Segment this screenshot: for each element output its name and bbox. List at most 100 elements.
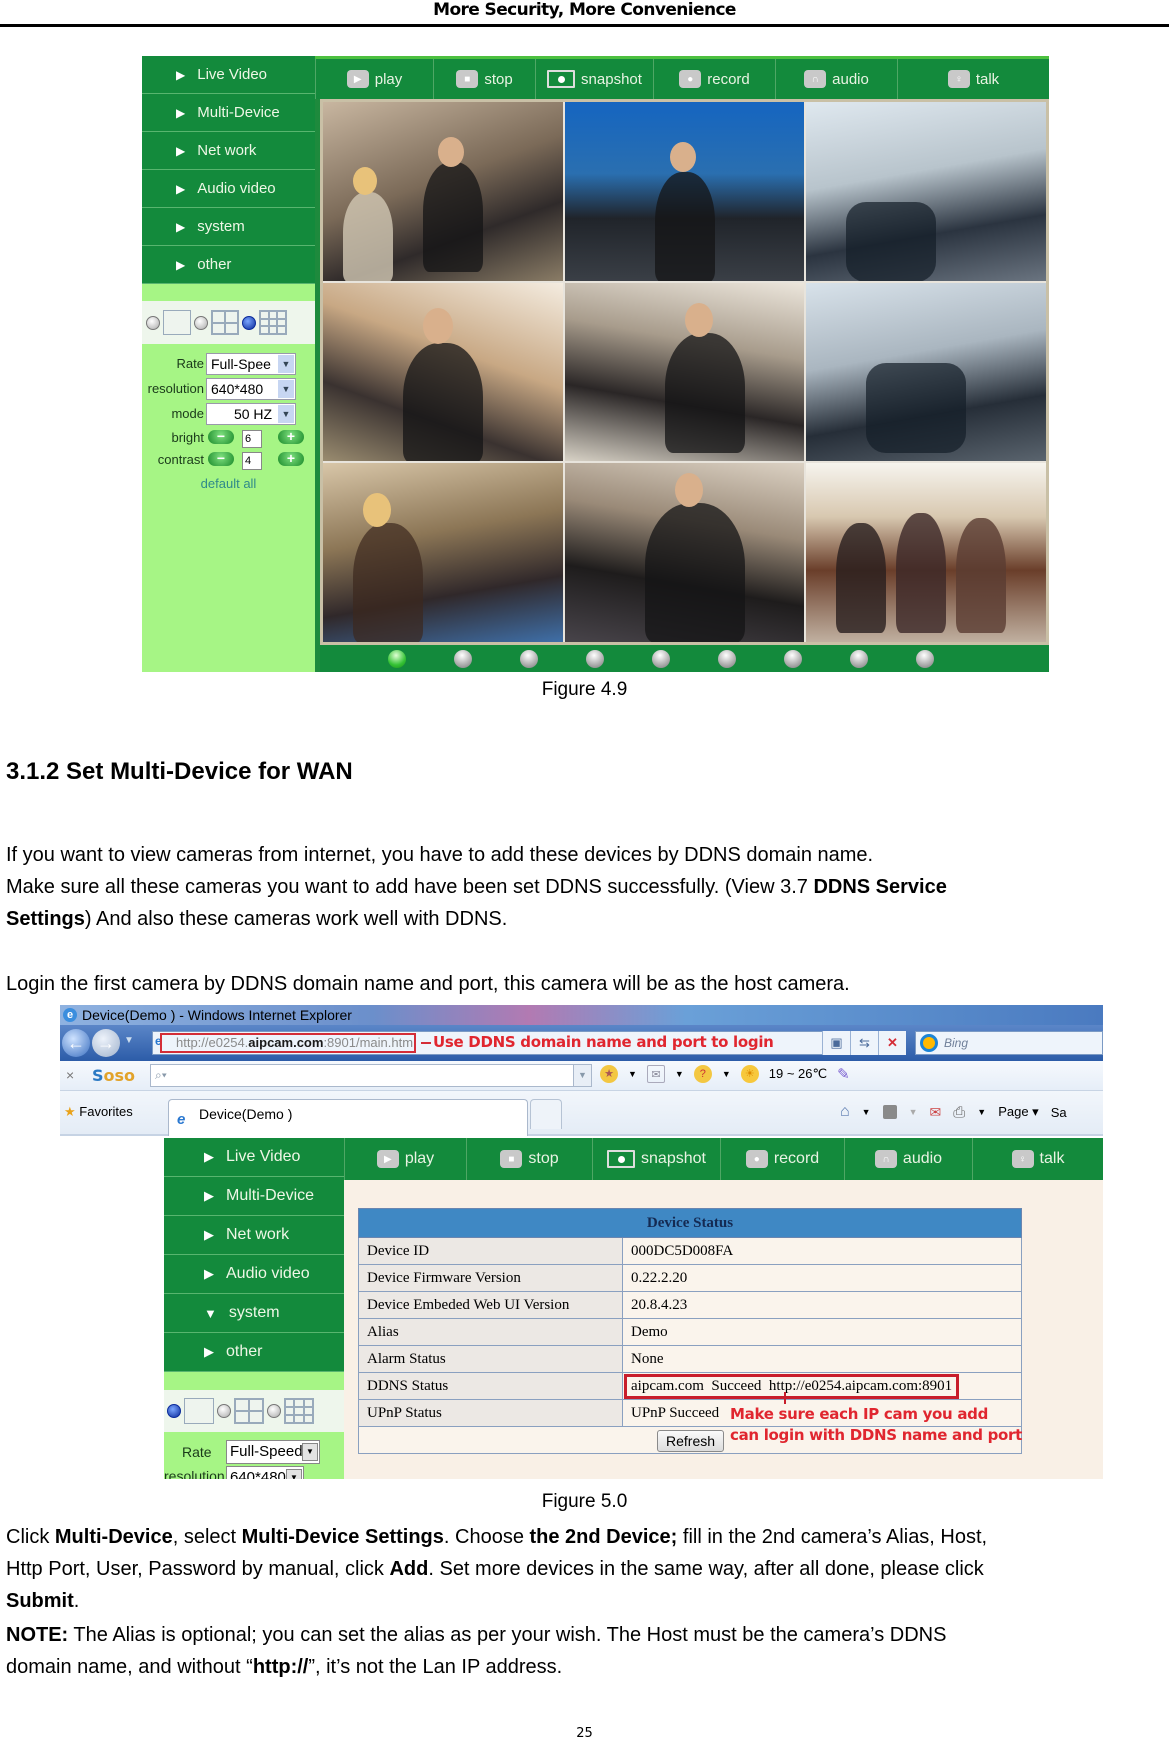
nav-item-audio-video[interactable]: ▶ Audio video <box>142 170 315 208</box>
nav-item-audio-video[interactable]: ▶ Audio video <box>164 1255 344 1294</box>
forward-button[interactable]: → <box>92 1029 120 1057</box>
channel-dot-3[interactable] <box>520 650 538 668</box>
back-button[interactable]: ← <box>62 1029 90 1057</box>
refresh-button[interactable]: Refresh <box>657 1430 725 1452</box>
nav-item-other[interactable]: ▶ other <box>164 1333 344 1372</box>
resolution-select[interactable]: 640*480 ▼ <box>226 1466 304 1479</box>
search-input[interactable]: Bing <box>915 1031 1103 1055</box>
channel-dot-4[interactable] <box>586 650 604 668</box>
stop-button[interactable]: ■ stop <box>466 1138 592 1180</box>
button-label: play <box>404 1150 435 1167</box>
nav-item-system[interactable]: ▼ system <box>164 1294 344 1333</box>
rate-select[interactable]: Full-Spee ▼ <box>206 353 296 375</box>
soso-search-input[interactable]: ⌕▾ ▼ <box>150 1064 592 1087</box>
close-icon[interactable]: × <box>66 1067 74 1083</box>
refresh-icon[interactable]: ⇆ <box>850 1031 878 1055</box>
chevron-down-icon[interactable]: ▼ <box>977 1107 986 1117</box>
channel-dot-9[interactable] <box>916 650 934 668</box>
chevron-down-icon[interactable]: ▼ <box>124 1035 134 1046</box>
chevron-down-icon[interactable]: ▼ <box>722 1069 731 1079</box>
channel-dot-6[interactable] <box>718 650 736 668</box>
channel-dot-1[interactable] <box>388 650 406 668</box>
video-channel-6[interactable] <box>806 282 1046 462</box>
mode-select[interactable]: 50 HZ ▼ <box>206 403 296 425</box>
audio-button[interactable]: ∩ audio <box>844 1138 972 1180</box>
nav-item-multi-device[interactable]: ▶ Multi-Device <box>164 1177 344 1216</box>
talk-button[interactable]: ♀ talk <box>897 59 1049 99</box>
chevron-down-icon[interactable]: ▼ <box>573 1065 591 1086</box>
star-badge-icon[interactable]: ★ <box>600 1065 618 1083</box>
nav-item-system[interactable]: ▶ system <box>142 208 315 246</box>
chevron-down-icon[interactable]: ▼ <box>862 1107 871 1117</box>
page-menu[interactable]: Page ▾ <box>998 1104 1039 1120</box>
nav-item-other[interactable]: ▶ other <box>142 246 315 284</box>
snapshot-button[interactable]: snapshot <box>592 1138 720 1180</box>
layout-9-radio[interactable] <box>242 315 256 330</box>
nav-item-network[interactable]: ▶ Net work <box>142 132 315 170</box>
new-tab-button[interactable] <box>530 1099 562 1129</box>
browser-tab-active[interactable]: e Device(Demo ) <box>168 1099 528 1136</box>
bold-text: Multi-Device Settings <box>241 1526 444 1548</box>
chevron-down-icon[interactable]: ▼ <box>909 1107 918 1117</box>
layout-4-radio[interactable] <box>194 315 208 330</box>
microphone-icon: ♀ <box>947 70 970 88</box>
layout-1-radio[interactable] <box>146 315 160 330</box>
play-button[interactable]: ▶ play <box>344 1138 466 1180</box>
video-channel-9[interactable] <box>806 463 1046 642</box>
record-button[interactable]: ● record <box>720 1138 844 1180</box>
bright-minus-button[interactable]: − <box>208 429 234 444</box>
stop-button[interactable]: ■ stop <box>433 59 535 99</box>
row-label: Alias <box>358 1318 623 1346</box>
bright-plus-button[interactable]: + <box>278 429 304 444</box>
home-icon[interactable]: ⌂ <box>840 1103 850 1121</box>
video-channel-7[interactable] <box>323 463 563 642</box>
nav-item-multi-device[interactable]: ▶ Multi-Device <box>142 94 315 132</box>
chevron-down-icon[interactable]: ▼ <box>628 1069 637 1079</box>
channel-dot-2[interactable] <box>454 650 472 668</box>
layout-4-radio[interactable] <box>217 1404 231 1418</box>
default-all-link[interactable]: default all <box>142 476 315 491</box>
compat-view-icon[interactable]: ▣ <box>822 1031 850 1055</box>
record-button[interactable]: ● record <box>653 59 775 99</box>
channel-dot-7[interactable] <box>784 650 802 668</box>
nav-label: other <box>197 256 232 273</box>
resolution-value: 640*480 <box>211 381 264 397</box>
play-button[interactable]: ▶ play <box>315 59 433 99</box>
nav-item-live-video[interactable]: ▶ Live Video <box>164 1138 344 1177</box>
channel-selector-bar <box>320 645 1049 672</box>
mail-icon[interactable]: ✉ <box>646 1065 665 1083</box>
favorites-button[interactable]: ★ Favorites <box>64 1104 133 1120</box>
rate-select[interactable]: Full-Speed ▼ <box>226 1440 320 1464</box>
layout-9-radio[interactable] <box>267 1404 281 1418</box>
video-channel-2[interactable] <box>564 102 805 281</box>
resolution-select[interactable]: 640*480 ▼ <box>206 378 296 400</box>
talk-button[interactable]: ♀ talk <box>972 1138 1103 1180</box>
nav-item-network[interactable]: ▶ Net work <box>164 1216 344 1255</box>
resolution-label: resolution <box>147 381 204 396</box>
print-icon[interactable]: ⎙ <box>953 1104 965 1121</box>
read-mail-icon[interactable]: ✉ <box>930 1104 942 1121</box>
figure-5-0-caption: Figure 5.0 <box>541 1491 628 1512</box>
chevron-down-icon[interactable]: ▼ <box>675 1069 684 1079</box>
help-icon[interactable]: ? <box>693 1065 712 1083</box>
layout-1-radio[interactable] <box>167 1404 181 1418</box>
video-channel-4[interactable] <box>323 282 563 462</box>
brush-icon[interactable]: ✎ <box>837 1065 850 1083</box>
video-channel-5[interactable] <box>564 282 805 462</box>
instruction-line-2: Http Port, User, Password by manual, cli… <box>6 1553 984 1585</box>
video-channel-3[interactable] <box>806 102 1046 281</box>
audio-button[interactable]: ∩ audio <box>775 59 897 99</box>
contrast-minus-button[interactable]: − <box>208 451 234 466</box>
safety-menu[interactable]: Sa <box>1051 1105 1067 1120</box>
nav-item-live-video[interactable]: ▶ Live Video <box>142 56 315 94</box>
address-input[interactable]: e http://e0254.aipcam.com:8901/main.htm … <box>152 1031 882 1055</box>
channel-dot-5[interactable] <box>652 650 670 668</box>
rss-feed-icon[interactable] <box>882 1105 897 1119</box>
snapshot-button[interactable]: snapshot <box>535 59 653 99</box>
triangle-right-icon: ▶ <box>204 1266 214 1281</box>
stop-icon[interactable]: ✕ <box>878 1031 906 1055</box>
video-channel-8[interactable] <box>564 463 805 642</box>
channel-dot-8[interactable] <box>850 650 868 668</box>
contrast-plus-button[interactable]: + <box>278 451 304 466</box>
video-channel-1[interactable] <box>323 102 563 281</box>
